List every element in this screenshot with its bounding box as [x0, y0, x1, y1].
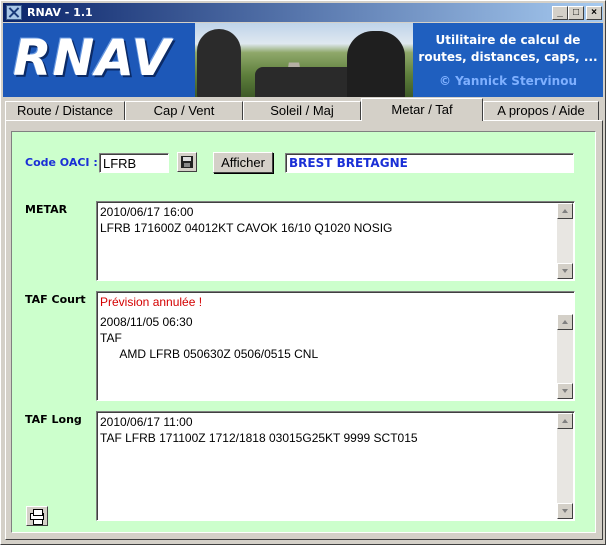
taf-court-line-2: TAF: [100, 331, 122, 345]
logo-text: RNAV: [13, 29, 172, 87]
cockpit-photo: [195, 23, 413, 97]
arrow-up-icon: [562, 320, 568, 324]
app-icon: [6, 5, 22, 20]
arrow-down-icon: [562, 509, 568, 513]
taf-court-scrollbar[interactable]: [557, 314, 573, 399]
header-banner: RNAV Utilitaire de calcul de routes, dis…: [3, 23, 603, 97]
window-title: RNAV - 1.1: [27, 6, 93, 19]
maximize-button[interactable]: □: [568, 6, 584, 20]
scroll-up-button[interactable]: [557, 413, 573, 429]
tab-bar: Route / Distance Cap / Vent Soleil / Maj…: [3, 98, 603, 121]
taf-court-label: TAF Court: [25, 293, 86, 306]
taf-court-textbox[interactable]: Prévision annulée ! 2008/11/05 06:30 TAF…: [96, 291, 575, 401]
station-name-field: BREST BRETAGNE: [285, 153, 574, 173]
floppy-disk-icon: [181, 156, 193, 168]
dashboard-shape: [255, 67, 355, 97]
banner-line-1: Utilitaire de calcul de: [435, 33, 581, 47]
arrow-up-icon: [562, 209, 568, 213]
pilot-helmet-left: [197, 29, 241, 97]
show-button[interactable]: Afficher: [213, 152, 273, 173]
taf-long-label: TAF Long: [25, 413, 82, 426]
metar-textbox[interactable]: 2010/06/17 16:00 LFRB 171600Z 04012KT CA…: [96, 201, 575, 281]
arrow-down-icon: [562, 389, 568, 393]
minimize-button[interactable]: _: [552, 6, 568, 20]
banner-description: Utilitaire de calcul de routes, distance…: [413, 23, 603, 97]
oaci-code-label: Code OACI :: [25, 156, 98, 169]
oaci-code-input[interactable]: LFRB: [99, 153, 169, 173]
banner-line-2: routes, distances, caps, ...: [418, 50, 598, 64]
scroll-down-button[interactable]: [557, 503, 573, 519]
arrow-up-icon: [562, 419, 568, 423]
print-button[interactable]: [26, 506, 48, 526]
tab-soleil-maj[interactable]: Soleil / Maj: [243, 101, 361, 120]
scroll-down-button[interactable]: [557, 383, 573, 399]
taf-court-line-3: AMD LFRB 050630Z 0506/0515 CNL: [100, 347, 319, 361]
taf-long-textbox[interactable]: 2010/06/17 11:00 TAF LFRB 171100Z 1712/1…: [96, 411, 575, 521]
metar-line-2: LFRB 171600Z 04012KT CAVOK 16/10 Q1020 N…: [100, 221, 393, 235]
pilot-helmet-right: [347, 31, 405, 97]
app-window: RNAV - 1.1 _ □ × RNAV Utilitaire de calc…: [0, 0, 606, 545]
close-button[interactable]: ×: [586, 6, 602, 20]
save-button[interactable]: [177, 152, 197, 172]
scroll-down-button[interactable]: [557, 263, 573, 279]
printer-icon: [30, 509, 44, 525]
taf-court-line-1: 2008/11/05 06:30: [100, 315, 193, 329]
tab-route-distance[interactable]: Route / Distance: [5, 101, 125, 120]
arrow-down-icon: [562, 269, 568, 273]
tab-cap-vent[interactable]: Cap / Vent: [125, 101, 243, 120]
scroll-up-button[interactable]: [557, 314, 573, 330]
tab-metar-taf[interactable]: Metar / Taf: [361, 98, 483, 121]
metar-label: METAR: [25, 203, 68, 216]
taf-long-line-1: 2010/06/17 11:00: [100, 415, 193, 429]
taf-long-line-2: TAF LFRB 171100Z 1712/1818 03015G25KT 99…: [100, 431, 418, 445]
scroll-up-button[interactable]: [557, 203, 573, 219]
rnav-logo: RNAV: [3, 23, 195, 97]
title-bar[interactable]: RNAV - 1.1 _ □ ×: [3, 3, 603, 22]
metar-scrollbar[interactable]: [557, 203, 573, 279]
taf-long-scrollbar[interactable]: [557, 413, 573, 519]
metar-line-1: 2010/06/17 16:00: [100, 205, 194, 219]
tab-apropos-aide[interactable]: A propos / Aide: [483, 101, 599, 120]
taf-court-warning: Prévision annulée !: [100, 295, 203, 309]
banner-author: © Yannick Stervinou: [438, 74, 578, 88]
